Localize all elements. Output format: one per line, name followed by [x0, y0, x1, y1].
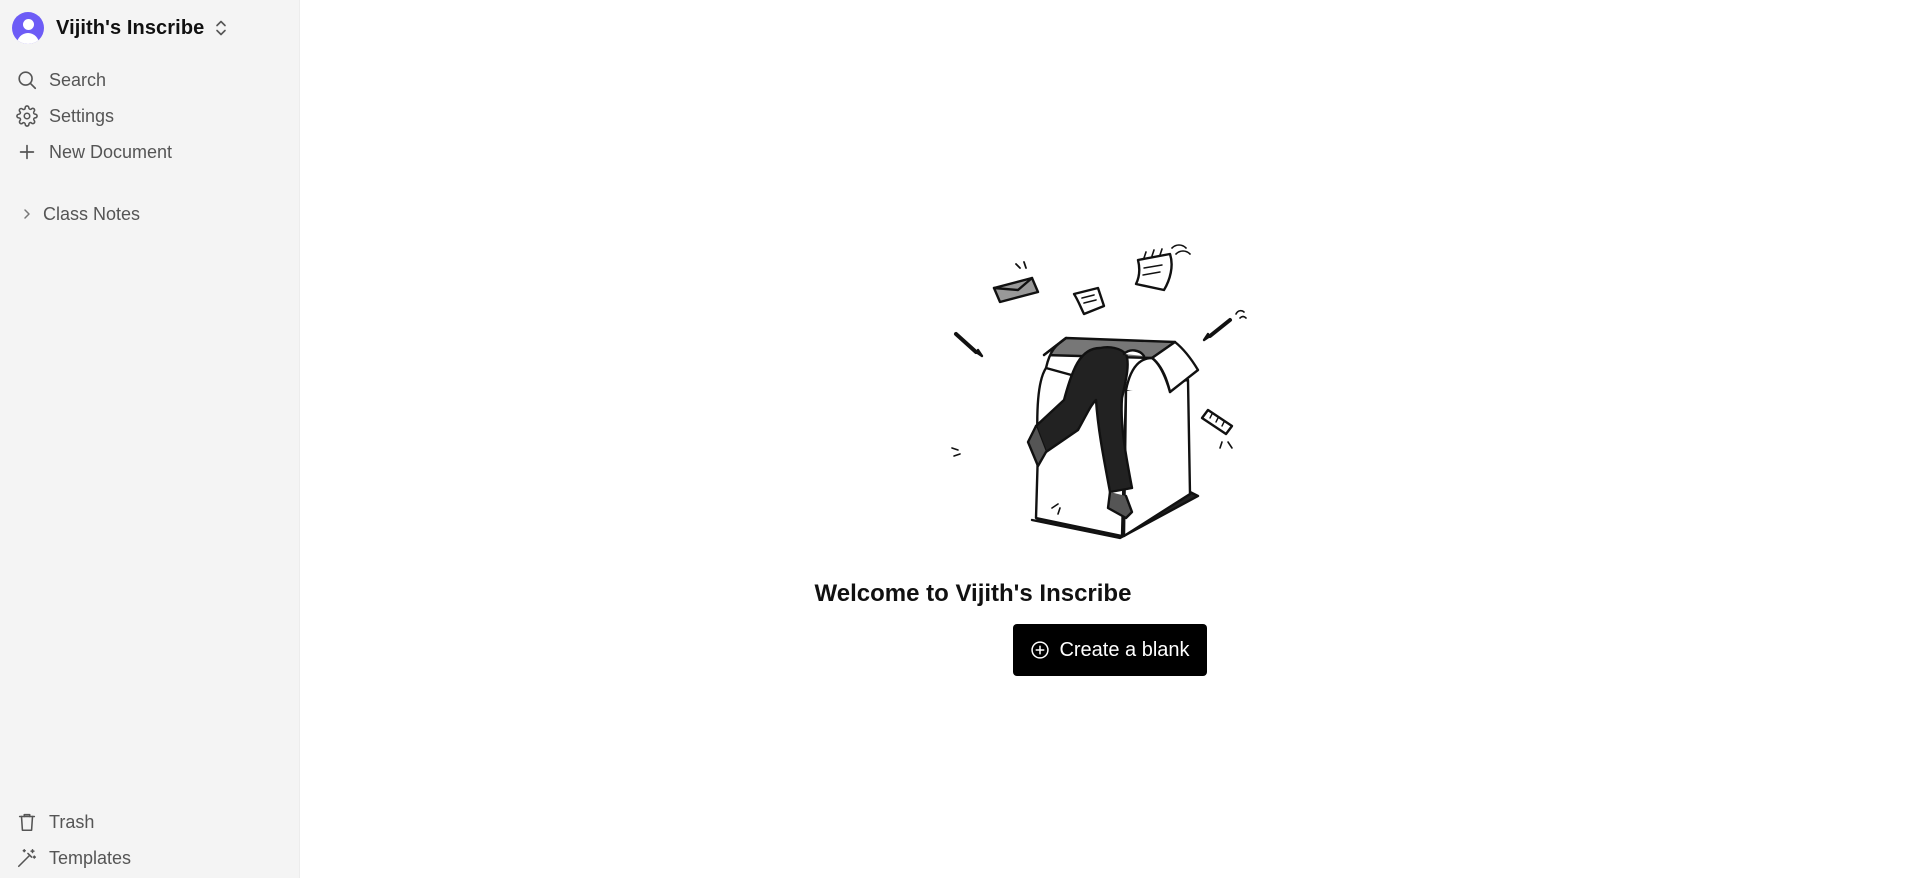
sidebar-item-label: Search	[49, 69, 107, 90]
sidebar-item-trash[interactable]: Trash	[0, 804, 299, 840]
avatar	[12, 12, 44, 44]
create-blank-button-label: Create a blank	[1059, 638, 1190, 661]
welcome-title: Welcome to Vijith's Inscribe	[300, 580, 1914, 608]
person-diving-into-box-illustration	[951, 244, 1247, 540]
chevron-up-down-icon	[216, 20, 227, 36]
sidebar-item-label: New Document	[49, 141, 173, 162]
workspace-switcher[interactable]: Vijith's Inscribe	[0, 0, 299, 46]
sidebar-item-label: Settings	[49, 105, 115, 126]
document-tree: Class Notes	[0, 196, 299, 232]
plus-circle-icon	[1031, 641, 1050, 659]
app: Vijith's Inscribe Search Settings New Do…	[0, 0, 1914, 878]
sidebar-bottom-nav: Trash Templates	[0, 804, 299, 876]
chevron-right-icon[interactable]	[20, 207, 34, 221]
sidebar: Vijith's Inscribe Search Settings New Do…	[0, 0, 300, 878]
tree-item-label: Class Notes	[43, 203, 141, 224]
trash-icon	[18, 813, 36, 832]
workspace-name: Vijith's Inscribe	[56, 16, 205, 39]
plus-icon	[19, 144, 35, 160]
sidebar-item-label: Templates	[49, 847, 132, 868]
sidebar-item-templates[interactable]: Templates	[0, 840, 299, 876]
create-blank-button[interactable]: Create a blank	[1013, 624, 1207, 676]
sidebar-item-search[interactable]: Search	[0, 62, 299, 98]
welcome-title-text: Welcome to Vijith's Inscribe	[814, 580, 1132, 607]
sidebar-nav: Search Settings New Document	[0, 62, 299, 170]
gear-icon	[16, 105, 38, 127]
sidebar-item-settings[interactable]: Settings	[0, 98, 299, 134]
magic-wand-icon	[17, 848, 37, 868]
main-content: Welcome to Vijith's Inscribe Create a bl…	[300, 0, 1914, 878]
tree-item-class-notes[interactable]: Class Notes	[0, 196, 299, 232]
sidebar-item-new-document[interactable]: New Document	[0, 134, 299, 170]
sidebar-item-label: Trash	[49, 811, 95, 832]
search-icon	[18, 71, 37, 90]
